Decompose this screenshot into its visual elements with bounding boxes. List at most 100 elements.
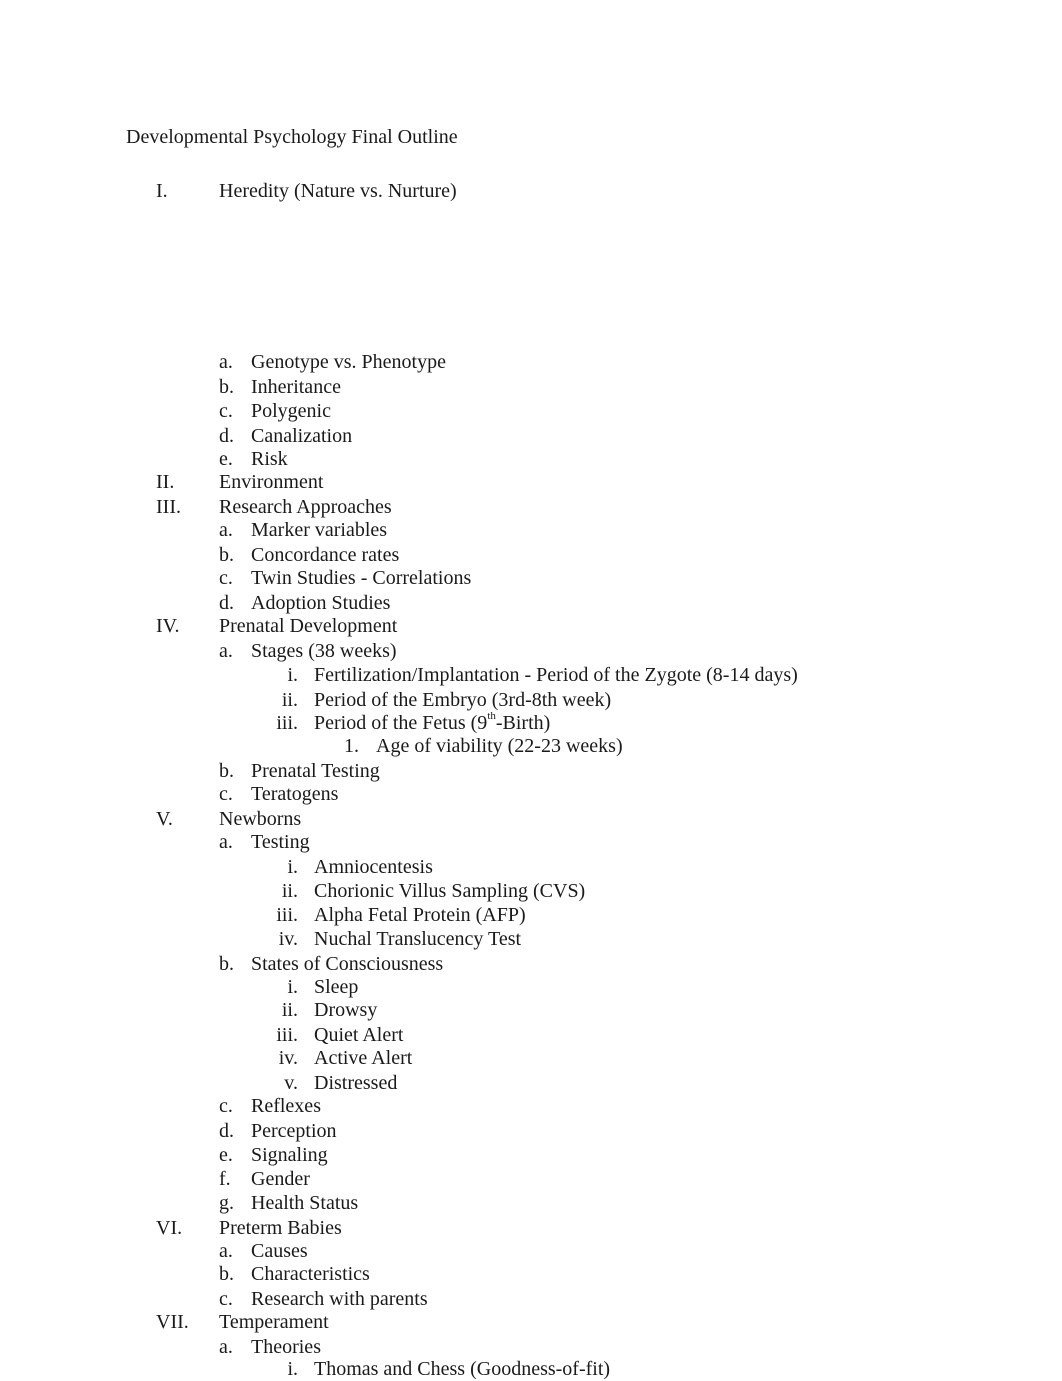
outline-marker: f.	[219, 1168, 231, 1190]
outline-marker: c.	[219, 567, 233, 589]
outline-text: Risk	[251, 448, 288, 470]
outline-marker: VII.	[156, 1311, 189, 1333]
outline-marker: c.	[219, 400, 233, 422]
outline-marker: iii.	[276, 904, 298, 926]
outline-text: Perception	[251, 1120, 337, 1142]
outline-marker: a.	[219, 351, 233, 373]
outline-marker: ii.	[281, 689, 298, 711]
outline-text: Thomas and Chess (Goodness-of-fit)	[314, 1358, 611, 1380]
outline-item: c. Research with parents	[0, 1287, 1062, 1311]
outline-marker: v.	[284, 1072, 298, 1094]
outline-marker: c.	[219, 783, 233, 805]
outline-marker: ii.	[281, 999, 298, 1021]
outline-text: Active Alert	[314, 1047, 413, 1069]
outline-text: States of Consciousness	[251, 953, 444, 975]
outline-marker: iii.	[276, 712, 298, 734]
outline-item: b. Prenatal Testing	[0, 759, 1062, 783]
outline-item: f. Gender	[0, 1167, 1062, 1191]
outline-item: c. Polygenic	[0, 399, 1062, 423]
outline-text: Prenatal Development	[219, 615, 398, 637]
outline-text: Research with parents	[251, 1288, 428, 1310]
outline-item: iii. Period of the Fetus (9th-Birth)	[0, 711, 1062, 735]
outline-item: iv. Active Alert	[0, 1046, 1062, 1070]
outline-marker: i.	[287, 856, 298, 878]
outline-marker: g.	[219, 1192, 234, 1214]
outline-text-part: Period of the Fetus (9	[314, 712, 488, 734]
outline-marker: IV.	[156, 615, 180, 637]
outline-item: iii. Quiet Alert	[0, 1023, 1062, 1047]
outline-text: Newborns	[219, 808, 302, 830]
outline-text: Testing	[251, 831, 310, 853]
outline-marker: a.	[219, 640, 233, 662]
outline-item: a. Theories	[0, 1335, 1062, 1359]
outline-marker: b.	[219, 760, 234, 782]
outline-item: c. Teratogens	[0, 782, 1062, 806]
outline-text: Heredity (Nature vs. Nurture)	[219, 180, 457, 202]
outline-item: ii. Chorionic Villus Sampling (CVS)	[0, 879, 1062, 903]
outline-text: Twin Studies - Correlations	[251, 567, 472, 589]
outline-text: Health Status	[251, 1192, 359, 1214]
outline-text: Reflexes	[251, 1095, 321, 1117]
outline-text: Characteristics	[251, 1263, 370, 1285]
outline-item-prenatal-development: IV. Prenatal Development	[0, 614, 1062, 638]
outline-marker: e.	[219, 448, 233, 470]
outline-marker: a.	[219, 1240, 233, 1262]
outline-text: Research Approaches	[219, 496, 392, 518]
outline-item: a. Testing	[0, 830, 1062, 854]
superscript-ordinal: th	[487, 710, 496, 723]
outline-marker: III.	[156, 496, 181, 518]
outline-item: i. Thomas and Chess (Goodness-of-fit)	[0, 1357, 1062, 1381]
outline-item: e. Signaling	[0, 1143, 1062, 1167]
outline-text: Signaling	[251, 1144, 328, 1166]
outline-text: Polygenic	[251, 400, 331, 422]
outline-item: g. Health Status	[0, 1191, 1062, 1215]
outline-item-environment: II. Environment	[0, 470, 1062, 494]
outline-item: a. Marker variables	[0, 518, 1062, 542]
outline-item-heredity: I. Heredity (Nature vs. Nurture)	[0, 179, 1062, 203]
outline-text: Environment	[219, 471, 324, 493]
outline-item: b. States of Consciousness	[0, 952, 1062, 976]
outline-item-research-approaches: III. Research Approaches	[0, 495, 1062, 519]
outline-item: b. Characteristics	[0, 1262, 1062, 1286]
outline-text: Alpha Fetal Protein (AFP)	[314, 904, 526, 926]
outline-item-newborns: V. Newborns	[0, 807, 1062, 831]
outline-item: e. Risk	[0, 447, 1062, 471]
outline-marker: i.	[287, 1358, 298, 1380]
outline-item: b. Concordance rates	[0, 543, 1062, 567]
outline-text: Prenatal Testing	[251, 760, 380, 782]
outline-item: i. Sleep	[0, 975, 1062, 999]
outline-item: i. Amniocentesis	[0, 855, 1062, 879]
outline-marker: a.	[219, 1336, 233, 1358]
outline-marker: a.	[219, 519, 233, 541]
outline-item: b. Inheritance	[0, 375, 1062, 399]
outline-text: Canalization	[251, 425, 353, 447]
outline-marker: d.	[219, 425, 234, 447]
outline-marker: iv.	[278, 1047, 298, 1069]
outline-marker: d.	[219, 1120, 234, 1142]
outline-marker: 1.	[344, 735, 359, 757]
outline-text: Teratogens	[251, 783, 339, 805]
outline-text: Fertilization/Implantation - Period of t…	[314, 664, 798, 686]
outline-text: Chorionic Villus Sampling (CVS)	[314, 880, 586, 902]
outline-item: iv. Nuchal Translucency Test	[0, 927, 1062, 951]
outline-text: Stages (38 weeks)	[251, 640, 397, 662]
outline-text: Period of the Embryo (3rd-8th week)	[314, 689, 612, 711]
outline-text: Gender	[251, 1168, 310, 1190]
document-page: Developmental Psychology Final Outline I…	[0, 0, 1062, 1380]
outline-marker: iii.	[276, 1024, 298, 1046]
outline-text: Temperament	[219, 1311, 329, 1333]
outline-text: Period of the Fetus (9th-Birth)	[314, 711, 550, 735]
outline-item: a. Stages (38 weeks)	[0, 639, 1062, 663]
outline-item: 1. Age of viability (22-23 weeks)	[0, 734, 1062, 758]
outline-marker: VI.	[156, 1217, 183, 1239]
outline-text: Age of viability (22-23 weeks)	[376, 735, 623, 757]
outline-marker: ii.	[281, 880, 298, 902]
outline-item: v. Distressed	[0, 1071, 1062, 1095]
outline-text: Drowsy	[314, 999, 378, 1021]
outline-text-part: -Birth)	[495, 712, 551, 734]
outline-item: d. Adoption Studies	[0, 591, 1062, 615]
outline-text: Preterm Babies	[219, 1217, 342, 1239]
outline-marker: V.	[156, 808, 173, 830]
outline-text: Concordance rates	[251, 544, 400, 566]
outline-marker: b.	[219, 1263, 234, 1285]
